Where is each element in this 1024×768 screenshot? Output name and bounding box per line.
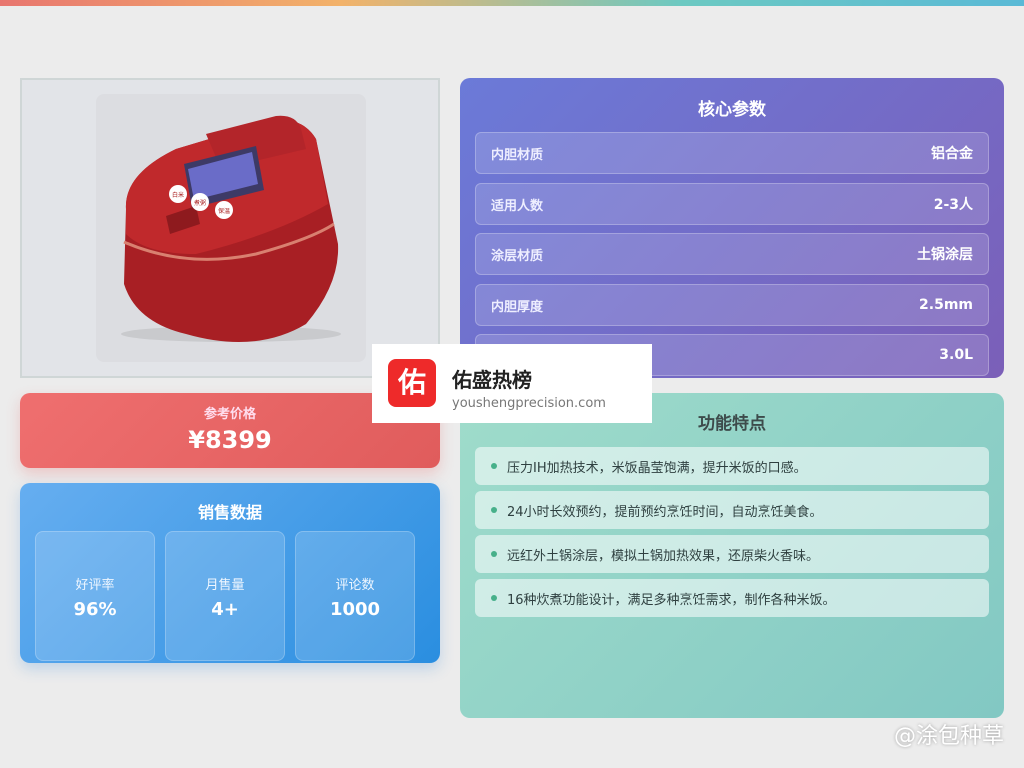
param-row: 涂层材质 土锅涂层 — [475, 233, 989, 275]
sales-title: 销售数据 — [197, 503, 262, 522]
feature-text: 16种炊煮功能设计，满足多种烹饪需求，制作各种米饭。 — [507, 592, 836, 608]
feature-item: 16种炊煮功能设计，满足多种烹饪需求，制作各种米饭。 — [475, 579, 989, 617]
watermark-url: youshengprecision.com — [452, 396, 606, 411]
core-params-card: 核心参数 内胆材质 铝合金 适用人数 2-3人 涂层材质 土锅涂层 内胆厚度 2… — [460, 78, 1004, 378]
top-gradient-strip — [0, 0, 1024, 6]
feature-item: 压力IH加热技术，米饭晶莹饱满，提升米饭的口感。 — [475, 447, 989, 485]
sales-stats: 好评率 96% 月售量 4+ 评论数 1000 — [35, 531, 415, 661]
bullet-icon — [491, 595, 497, 601]
stat-reviews: 评论数 1000 — [295, 531, 415, 661]
param-value: 2.5mm — [919, 297, 973, 313]
cooker-button-label: 白米 — [172, 191, 184, 199]
param-value: 3.0L — [939, 347, 973, 363]
param-row: 内胆厚度 2.5mm — [475, 284, 989, 326]
param-row: 内胆材质 铝合金 — [475, 132, 989, 174]
price-value: ¥8399 — [188, 426, 272, 454]
cooker-button-label: 煮粥 — [194, 199, 206, 207]
bullet-icon — [491, 463, 497, 469]
feature-item: 远红外土锅涂层，模拟土锅加热效果，还原柴火香味。 — [475, 535, 989, 573]
watermark-banner: 佑 佑盛热榜 youshengprecision.com — [372, 344, 652, 423]
param-value: 2-3人 — [933, 197, 973, 213]
feature-text: 压力IH加热技术，米饭晶莹饱满，提升米饭的口感。 — [507, 460, 807, 476]
product-image-panel: 白米 煮粥 保温 — [20, 78, 440, 378]
watermark-name: 佑盛热榜 — [452, 368, 532, 392]
stat-label: 评论数 — [335, 578, 375, 593]
stat-value: 1000 — [329, 599, 381, 620]
stat-label: 好评率 — [75, 578, 115, 593]
param-value: 土锅涂层 — [917, 247, 973, 263]
param-name: 内胆厚度 — [491, 299, 544, 315]
stat-label: 月售量 — [205, 578, 245, 593]
feature-text: 远红外土锅涂层，模拟土锅加热效果，还原柴火香味。 — [507, 548, 820, 564]
stat-rating: 好评率 96% — [35, 531, 155, 661]
stat-value: 4+ — [211, 599, 239, 620]
param-value: 铝合金 — [931, 146, 973, 162]
feature-text: 24小时长效预约，提前预约烹饪时间，自动烹饪美食。 — [507, 504, 823, 520]
feature-item: 24小时长效预约，提前预约烹饪时间，自动烹饪美食。 — [475, 491, 989, 529]
control-buttons: 白米 煮粥 保温 — [169, 185, 233, 219]
stat-monthly-sales: 月售量 4+ — [165, 531, 285, 661]
watermark-logo-icon: 佑 — [388, 359, 436, 407]
stat-value: 96% — [73, 599, 117, 620]
params-title: 核心参数 — [698, 100, 766, 120]
bullet-icon — [491, 551, 497, 557]
param-row: 适用人数 2-3人 — [475, 183, 989, 225]
corner-watermark: @涂包种草 — [893, 724, 1004, 749]
features-card: 功能特点 压力IH加热技术，米饭晶莹饱满，提升米饭的口感。 24小时长效预约，提… — [460, 393, 1004, 718]
param-name: 涂层材质 — [491, 248, 544, 264]
cooker-button-label: 保温 — [218, 207, 230, 215]
sales-card: 销售数据 好评率 96% 月售量 4+ 评论数 1000 — [20, 483, 440, 663]
param-name: 适用人数 — [491, 198, 544, 214]
param-name: 内胆材质 — [491, 147, 544, 163]
product-image-card: 白米 煮粥 保温 — [96, 94, 366, 362]
bullet-icon — [491, 507, 497, 513]
